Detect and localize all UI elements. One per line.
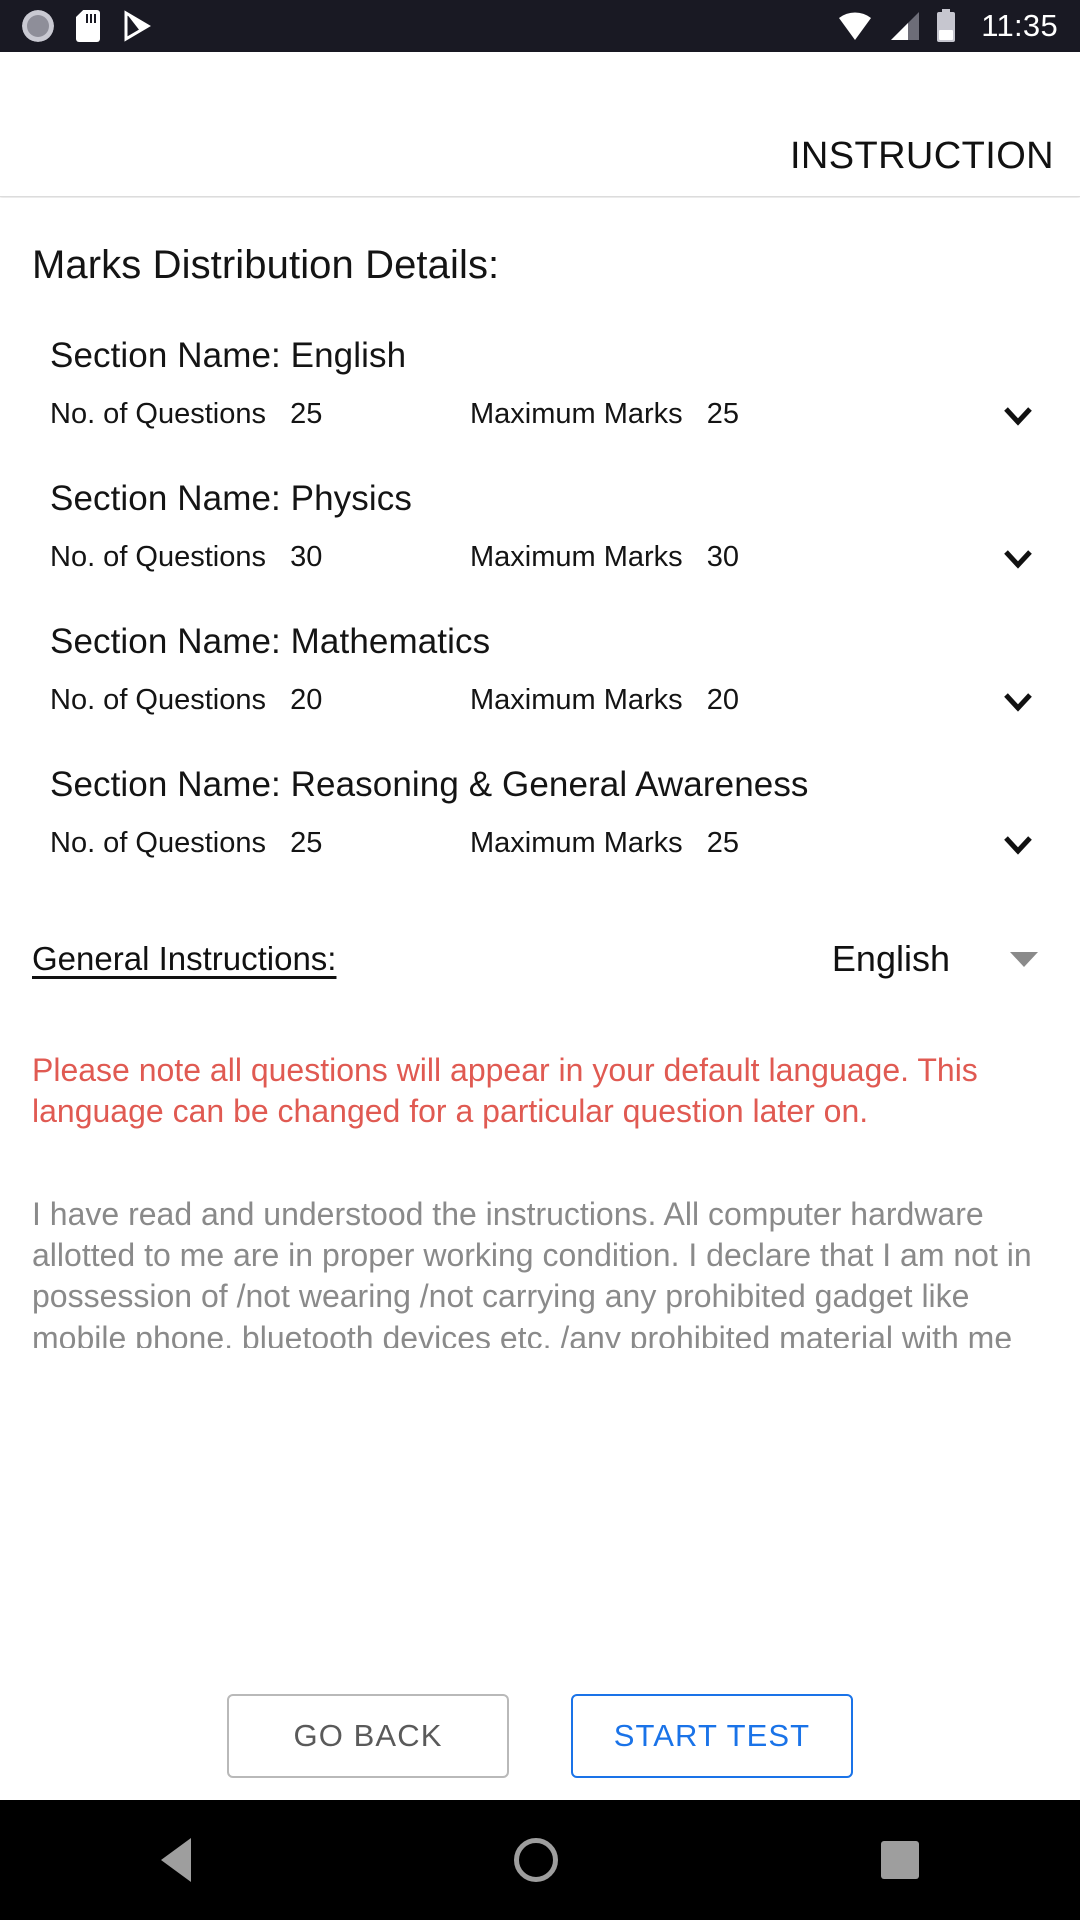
section-detail-row: No. of Questions 20 Maximum Marks 20 — [50, 684, 1080, 717]
status-bar: 11:35 — [0, 0, 1080, 52]
questions-cell: No. of Questions 30 — [50, 541, 470, 574]
play-store-icon — [122, 10, 154, 42]
status-bar-right-icons: 11:35 — [837, 8, 1058, 44]
questions-cell: No. of Questions 20 — [50, 684, 470, 717]
chevron-down-icon[interactable] — [998, 824, 1038, 864]
status-bar-left-icons — [22, 10, 154, 42]
section-name: Section Name: English — [50, 336, 407, 375]
section-row[interactable]: Section Name: Physics No. of Questions 3… — [0, 479, 1080, 574]
section-name: Section Name: Mathematics — [50, 622, 491, 661]
questions-label: No. of Questions — [50, 541, 266, 573]
marks-distribution-list: Section Name: English No. of Questions 2… — [0, 336, 1080, 860]
questions-cell: No. of Questions 25 — [50, 827, 470, 860]
sd-card-icon — [76, 10, 100, 42]
go-back-button[interactable]: GO BACK — [227, 1694, 509, 1778]
section-name: Section Name: Reasoning & General Awaren… — [50, 765, 809, 804]
wifi-icon — [837, 11, 873, 41]
language-selected-value: English — [831, 938, 950, 979]
marks-label: Maximum Marks — [470, 827, 683, 859]
section-row[interactable]: Section Name: Mathematics No. of Questio… — [0, 622, 1080, 717]
section-detail-row: No. of Questions 25 Maximum Marks 25 — [50, 398, 1080, 431]
marks-cell: Maximum Marks 20 — [470, 684, 739, 717]
section-detail-row: No. of Questions 30 Maximum Marks 30 — [50, 541, 1080, 574]
action-button-bar: GO BACK START TEST — [0, 1672, 1080, 1800]
questions-value: 20 — [290, 684, 323, 716]
battery-icon — [935, 9, 957, 43]
questions-value: 30 — [290, 541, 323, 573]
questions-label: No. of Questions — [50, 684, 266, 716]
questions-label: No. of Questions — [50, 398, 266, 430]
chevron-down-icon[interactable] — [998, 681, 1038, 721]
marks-label: Maximum Marks — [470, 398, 683, 430]
section-detail-row: No. of Questions 25 Maximum Marks 25 — [50, 827, 1080, 860]
declaration-text: I have read and understood the instructi… — [32, 1195, 1032, 1348]
status-bar-clock: 11:35 — [981, 8, 1058, 43]
sync-icon — [22, 10, 54, 42]
start-test-button[interactable]: START TEST — [571, 1694, 853, 1778]
instruction-scroll-area[interactable]: Marks Distribution Details: Section Name… — [0, 198, 1080, 1348]
section-row[interactable]: Section Name: Reasoning & General Awaren… — [0, 765, 1080, 860]
android-navigation-bar — [0, 1800, 1080, 1920]
general-instructions-label: General Instructions: — [32, 940, 337, 977]
questions-cell: No. of Questions 25 — [50, 398, 470, 431]
questions-value: 25 — [290, 398, 323, 430]
cellular-signal-icon — [887, 11, 921, 41]
section-row[interactable]: Section Name: English No. of Questions 2… — [0, 336, 1080, 431]
section-name: Section Name: Physics — [50, 479, 412, 518]
chevron-down-icon[interactable] — [998, 538, 1038, 578]
marks-label: Maximum Marks — [470, 541, 683, 573]
marks-value: 25 — [706, 827, 739, 859]
recents-nav-icon[interactable] — [880, 1841, 919, 1879]
marks-label: Maximum Marks — [470, 684, 683, 716]
app-bar-title: INSTRUCTION — [789, 135, 1054, 177]
back-nav-icon[interactable] — [161, 1838, 192, 1882]
chevron-down-icon[interactable] — [1010, 951, 1038, 967]
language-dropdown[interactable]: English — [832, 938, 1080, 980]
home-nav-icon[interactable] — [513, 1838, 558, 1882]
marks-cell: Maximum Marks 30 — [470, 541, 739, 574]
chevron-down-icon[interactable] — [998, 395, 1038, 435]
app-bar: INSTRUCTION — [0, 52, 1080, 197]
marks-value: 20 — [706, 684, 739, 716]
marks-value: 30 — [706, 541, 739, 573]
questions-label: No. of Questions — [50, 827, 266, 859]
general-instructions-row: General Instructions: English — [0, 938, 1080, 980]
default-language-note: Please note all questions will appear in… — [32, 1052, 978, 1129]
marks-cell: Maximum Marks 25 — [470, 398, 739, 431]
marks-value: 25 — [706, 398, 739, 430]
page-title: Marks Distribution Details: — [32, 243, 500, 287]
marks-cell: Maximum Marks 25 — [470, 827, 739, 860]
questions-value: 25 — [290, 827, 323, 859]
